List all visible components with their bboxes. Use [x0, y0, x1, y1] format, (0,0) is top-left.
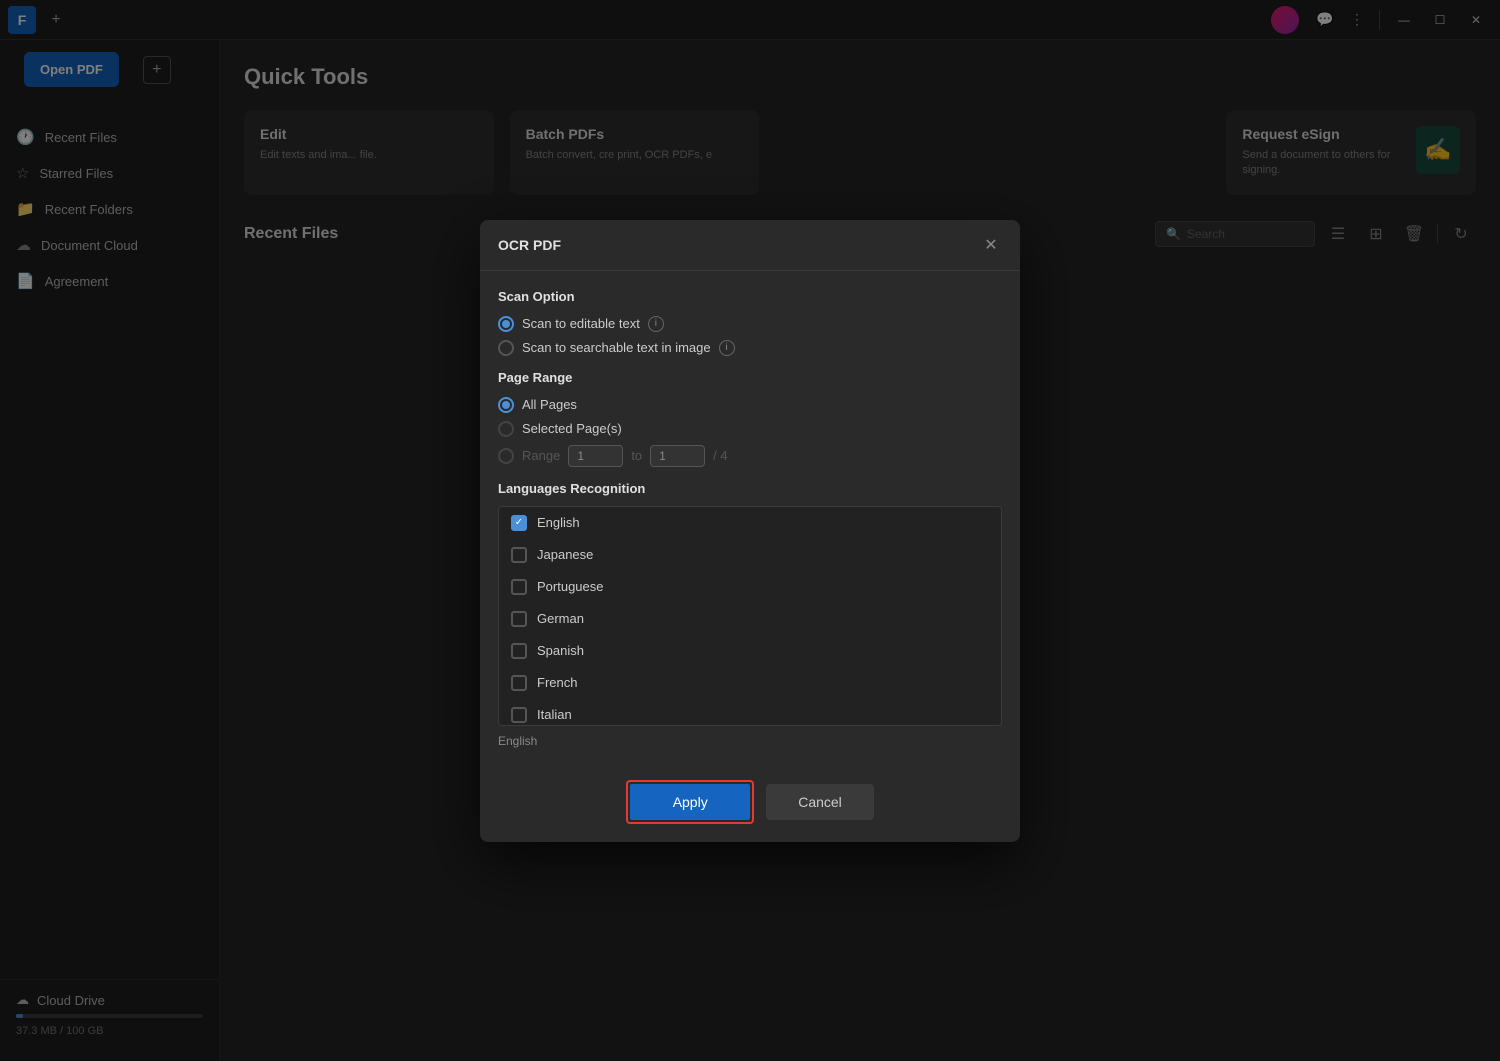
selected-pages-label: Selected Page(s) [522, 421, 622, 436]
apply-button-wrapper: Apply [626, 780, 754, 824]
scan-editable-option[interactable]: Scan to editable text i [498, 316, 1002, 332]
lang-portuguese-label: Portuguese [537, 579, 604, 594]
lang-english[interactable]: English [499, 507, 1001, 539]
lang-japanese-label: Japanese [537, 547, 593, 562]
scan-editable-radio[interactable] [498, 316, 514, 332]
ocr-modal: OCR PDF ✕ Scan Option Scan to editable t… [480, 220, 1020, 842]
scan-searchable-radio[interactable] [498, 340, 514, 356]
apply-button[interactable]: Apply [630, 784, 750, 820]
modal-close-button[interactable]: ✕ [980, 234, 1002, 256]
lang-french-checkbox[interactable] [511, 675, 527, 691]
all-pages-option[interactable]: All Pages [498, 397, 1002, 413]
lang-french-label: French [537, 675, 577, 690]
modal-header: OCR PDF ✕ [480, 220, 1020, 271]
lang-german-label: German [537, 611, 584, 626]
selected-pages-radio[interactable] [498, 421, 514, 437]
range-to-label: to [631, 448, 642, 463]
scan-editable-info-icon[interactable]: i [648, 316, 664, 332]
range-total: / 4 [713, 448, 727, 463]
lang-english-checkbox[interactable] [511, 515, 527, 531]
scan-option-title: Scan Option [498, 289, 1002, 304]
lang-japanese[interactable]: Japanese [499, 539, 1001, 571]
all-pages-radio[interactable] [498, 397, 514, 413]
range-radio[interactable] [498, 448, 514, 464]
modal-overlay: OCR PDF ✕ Scan Option Scan to editable t… [0, 0, 1500, 1061]
lang-italian-checkbox[interactable] [511, 707, 527, 723]
lang-german-checkbox[interactable] [511, 611, 527, 627]
lang-spanish-checkbox[interactable] [511, 643, 527, 659]
lang-italian[interactable]: Italian [499, 699, 1001, 726]
lang-french[interactable]: French [499, 667, 1001, 699]
lang-german[interactable]: German [499, 603, 1001, 635]
modal-body: Scan Option Scan to editable text i Scan… [480, 271, 1020, 766]
scan-editable-label: Scan to editable text [522, 316, 640, 331]
page-range-title: Page Range [498, 370, 1002, 385]
lang-japanese-checkbox[interactable] [511, 547, 527, 563]
languages-title: Languages Recognition [498, 481, 1002, 496]
scan-searchable-option[interactable]: Scan to searchable text in image i [498, 340, 1002, 356]
modal-footer: Apply Cancel [480, 766, 1020, 842]
range-from-input[interactable] [568, 445, 623, 467]
selected-pages-option[interactable]: Selected Page(s) [498, 421, 1002, 437]
lang-spanish-label: Spanish [537, 643, 584, 658]
lang-portuguese-checkbox[interactable] [511, 579, 527, 595]
lang-italian-label: Italian [537, 707, 572, 722]
selected-languages-text: English [498, 734, 1002, 748]
lang-spanish[interactable]: Spanish [499, 635, 1001, 667]
scan-searchable-info-icon[interactable]: i [719, 340, 735, 356]
scan-searchable-label: Scan to searchable text in image [522, 340, 711, 355]
cancel-button[interactable]: Cancel [766, 784, 874, 820]
range-to-input[interactable] [650, 445, 705, 467]
all-pages-label: All Pages [522, 397, 577, 412]
language-list[interactable]: English Japanese Portuguese German Spani… [498, 506, 1002, 726]
range-label: Range [522, 448, 560, 463]
range-row: Range to / 4 [498, 445, 1002, 467]
lang-portuguese[interactable]: Portuguese [499, 571, 1001, 603]
lang-english-label: English [537, 515, 580, 530]
modal-title: OCR PDF [498, 237, 561, 253]
